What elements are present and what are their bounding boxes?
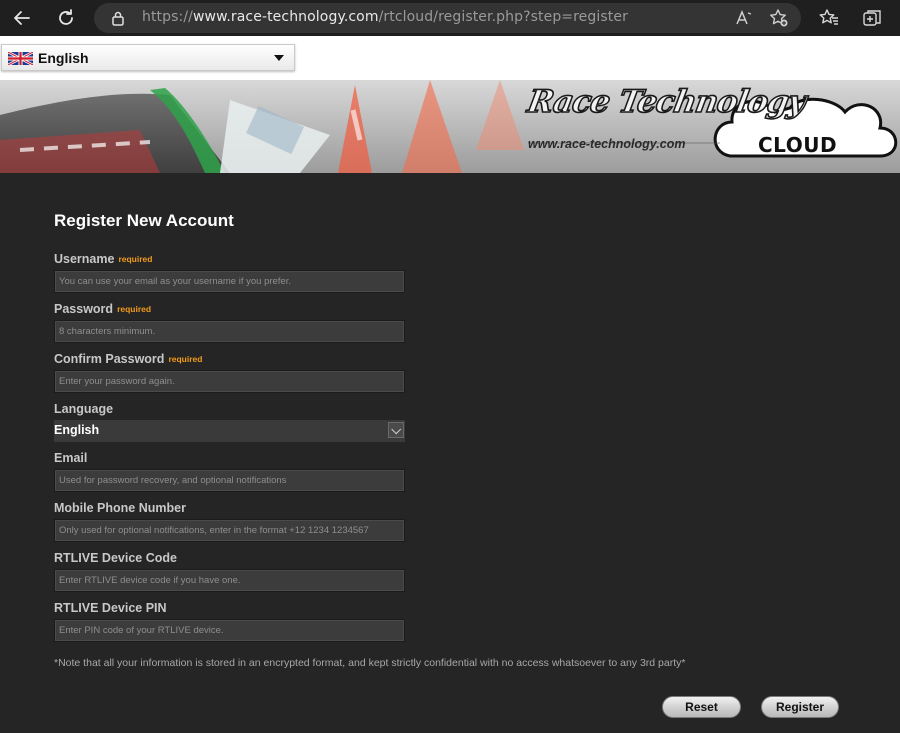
register-button[interactable]: Register — [761, 696, 839, 718]
language-select-value: English — [54, 423, 100, 437]
required-tag: required — [168, 354, 203, 364]
race-technology-logo: Race Technology — [524, 83, 809, 121]
add-favorite-icon[interactable] — [769, 8, 789, 28]
confirm-password-label: Confirm Password required — [54, 352, 202, 366]
back-button[interactable] — [8, 4, 36, 32]
required-tag: required — [118, 254, 153, 264]
mobile-input[interactable] — [54, 519, 405, 542]
email-input[interactable] — [54, 469, 405, 492]
required-tag: required — [117, 304, 152, 314]
form-title: Register New Account — [54, 211, 234, 230]
refresh-button[interactable] — [52, 4, 80, 32]
mobile-label: Mobile Phone Number — [54, 501, 186, 515]
confirm-password-label-text: Confirm Password — [54, 352, 165, 366]
site-banner: Race Technology www.race-technology.com … — [0, 80, 900, 173]
language-label: Language — [54, 402, 114, 416]
collections-icon[interactable] — [861, 7, 883, 29]
password-label: Password required — [54, 302, 151, 316]
reset-button[interactable]: Reset — [662, 696, 741, 718]
device-code-input[interactable] — [54, 569, 405, 592]
logo-url-text: www.race-technology.com — [528, 137, 686, 151]
lock-icon[interactable] — [110, 10, 126, 26]
read-aloud-icon[interactable] — [734, 8, 754, 28]
language-select[interactable]: English — [54, 420, 405, 442]
confirm-password-input[interactable] — [54, 370, 405, 393]
address-bar[interactable]: https://www.race-technology.com/rtcloud/… — [94, 3, 801, 33]
device-code-label: RTLIVE Device Code — [54, 551, 177, 565]
privacy-note: *Note that all your information is store… — [54, 657, 686, 669]
password-input[interactable] — [54, 320, 405, 343]
favorites-icon[interactable] — [818, 7, 840, 29]
password-label-text: Password — [54, 302, 114, 316]
username-input[interactable] — [54, 270, 405, 293]
uk-flag-icon — [8, 52, 33, 65]
username-label-text: Username — [54, 252, 115, 266]
username-label: Username required — [54, 252, 152, 266]
email-label: Email — [54, 451, 88, 465]
language-switcher[interactable]: English — [1, 44, 295, 71]
arrow-left-icon — [14, 11, 30, 25]
page-header: English — [0, 36, 900, 80]
chevron-down-icon[interactable] — [388, 422, 404, 438]
refresh-icon — [59, 9, 73, 25]
device-pin-input[interactable] — [54, 619, 405, 642]
url-host: www.race-technology.com — [192, 9, 379, 25]
device-pin-label: RTLIVE Device PIN — [54, 601, 167, 615]
chevron-down-icon — [274, 55, 284, 61]
language-switcher-label: English — [38, 50, 89, 66]
url-scheme: https:// — [142, 9, 193, 25]
browser-toolbar: https://www.race-technology.com/rtcloud/… — [0, 0, 900, 36]
url-text[interactable]: https://www.race-technology.com/rtcloud/… — [142, 9, 628, 25]
cloud-logo-text: CLOUD — [758, 133, 838, 157]
url-path: /rtcloud/register.php?step=register — [378, 9, 628, 25]
